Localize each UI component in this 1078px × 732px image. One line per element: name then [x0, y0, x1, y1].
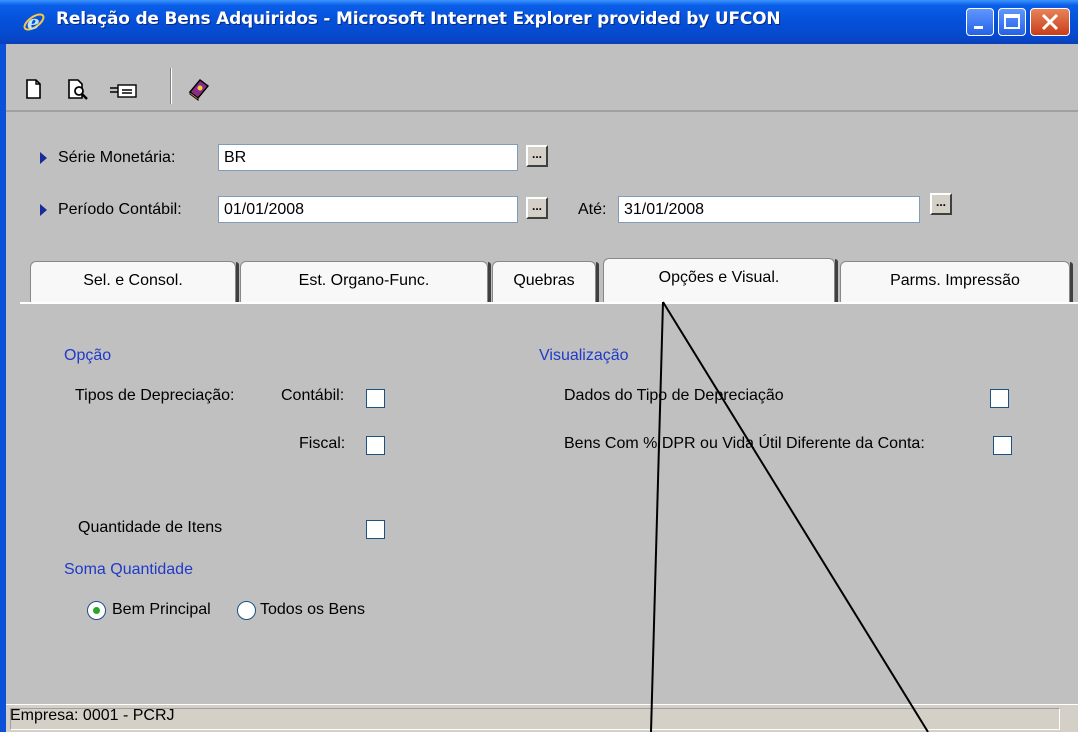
- tab-strip-line: [20, 302, 1078, 304]
- periodo-from-lookup-button[interactable]: ...: [526, 197, 548, 219]
- fiscal-checkbox[interactable]: [366, 436, 385, 455]
- arrow-right-icon: [40, 204, 47, 216]
- serie-monetaria-label: Série Monetária:: [58, 149, 176, 166]
- soma-quantidade-heading: Soma Quantidade: [64, 561, 193, 578]
- tab-quebras[interactable]: Quebras: [492, 261, 599, 302]
- periodo-to-input[interactable]: 31/01/2008: [618, 196, 920, 223]
- bem-principal-label: Bem Principal: [112, 601, 211, 618]
- minimize-button[interactable]: [966, 8, 994, 36]
- periodo-to-lookup-button[interactable]: ...: [930, 193, 952, 215]
- maximize-icon: [1004, 14, 1020, 29]
- tab-sel-consol[interactable]: Sel. e Consol.: [30, 261, 239, 302]
- print-preview-icon[interactable]: [66, 78, 92, 102]
- help-book-icon[interactable]: [186, 76, 212, 102]
- tab-opcoes-visual[interactable]: Opções e Visual.: [603, 258, 838, 304]
- tipos-depreciacao-label: Tipos de Depreciação:: [75, 387, 235, 404]
- periodo-from-input[interactable]: 01/01/2008: [218, 196, 518, 223]
- contabil-checkbox[interactable]: [366, 389, 385, 408]
- serie-lookup-button[interactable]: ...: [526, 145, 548, 167]
- fiscal-label: Fiscal:: [299, 435, 346, 452]
- minimize-icon: [974, 26, 983, 29]
- bens-dpr-label: Bens Com % DPR ou Vida Útil Diferente da…: [564, 435, 925, 452]
- window-title: Relação de Bens Adquiridos - Microsoft I…: [56, 9, 781, 29]
- quantidade-itens-label: Quantidade de Itens: [78, 519, 223, 536]
- tab-parms-impressao[interactable]: Parms. Impressão: [840, 261, 1073, 302]
- contabil-label: Contábil:: [281, 387, 345, 404]
- empresa-status-text: Empresa: 0001 - PCRJ: [10, 707, 175, 724]
- ie-window: e Relação de Bens Adquiridos - Microsoft…: [0, 0, 1078, 732]
- visualizacao-heading: Visualização: [539, 347, 629, 364]
- tab-est-organo-func[interactable]: Est. Organo-Func.: [240, 261, 491, 302]
- maximize-button[interactable]: [998, 8, 1026, 36]
- periodo-contabil-label: Período Contábil:: [58, 201, 182, 218]
- todos-os-bens-label: Todos os Bens: [260, 601, 365, 618]
- todos-os-bens-radio[interactable]: [237, 601, 256, 620]
- export-icon[interactable]: [108, 82, 138, 100]
- new-document-icon[interactable]: [24, 78, 44, 100]
- toolbar: [6, 44, 1078, 110]
- radio-selected-dot: [93, 607, 100, 614]
- close-button[interactable]: [1030, 8, 1070, 36]
- arrow-right-icon: [40, 152, 47, 164]
- title-bar[interactable]: e Relação de Bens Adquiridos - Microsoft…: [0, 0, 1078, 44]
- bem-principal-radio[interactable]: [87, 601, 106, 620]
- bens-dpr-checkbox[interactable]: [993, 436, 1012, 455]
- serie-monetaria-input[interactable]: BR: [218, 144, 518, 171]
- svg-text:e: e: [27, 10, 40, 34]
- internet-explorer-icon: e: [23, 10, 45, 34]
- quantidade-itens-checkbox[interactable]: [366, 520, 385, 539]
- ate-label: Até:: [578, 201, 607, 218]
- dados-tipo-depreciacao-label: Dados do Tipo de Depreciação: [564, 387, 784, 404]
- opcao-heading: Opção: [64, 347, 112, 364]
- close-icon: [1041, 13, 1059, 31]
- dados-tipo-depreciacao-checkbox[interactable]: [990, 389, 1009, 408]
- toolbar-separator: [170, 68, 172, 104]
